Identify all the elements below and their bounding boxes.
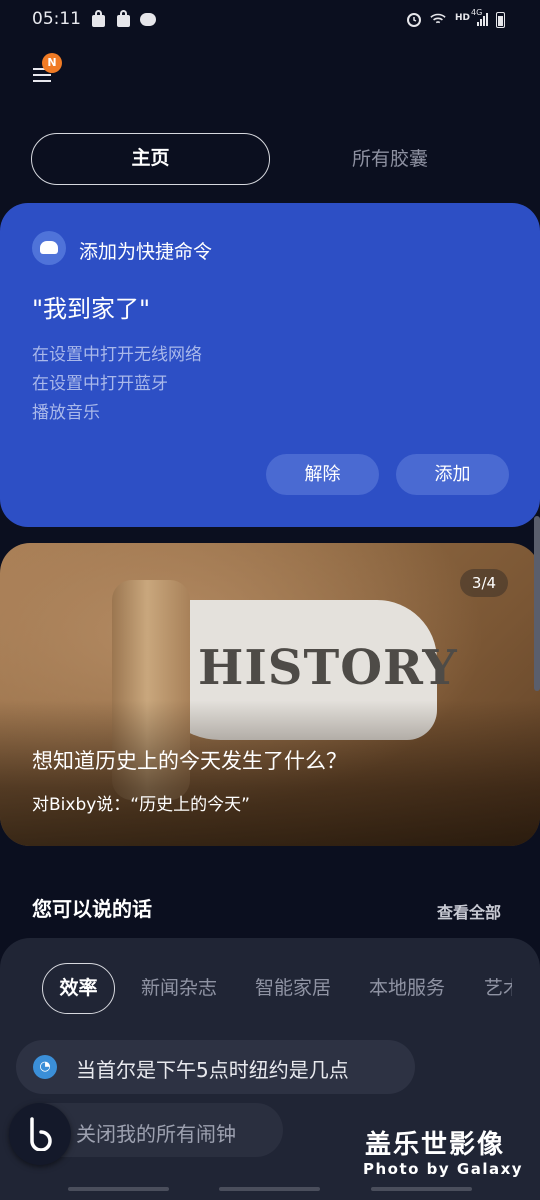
watermark-title: 盖乐世影像: [365, 1130, 506, 1160]
category-smart-home[interactable]: 智能家居: [255, 963, 331, 1014]
notification-badge: N: [42, 53, 62, 73]
tab-home[interactable]: 主页: [31, 133, 270, 185]
category-art[interactable]: 艺术: [484, 963, 512, 1014]
clock-app-icon: ◔: [33, 1055, 57, 1079]
battery-icon: [496, 12, 505, 28]
nav-indicator: [219, 1187, 320, 1191]
card-question: 想知道历史上的今天发生了什么？: [32, 749, 347, 773]
add-button[interactable]: 添加: [396, 454, 509, 495]
history-image-text: HISTORY: [198, 640, 458, 696]
command-step: 播放音乐: [32, 403, 100, 423]
tab-all-capsules[interactable]: 所有胶囊: [300, 133, 480, 185]
wechat-icon: [140, 11, 156, 27]
section-title: 您可以说的话: [32, 897, 152, 921]
nav-indicator: [371, 1187, 472, 1191]
page-indicator: 3/4: [460, 569, 508, 597]
view-all-link[interactable]: 查看全部: [437, 899, 501, 923]
command-step: 在设置中打开蓝牙: [32, 374, 168, 394]
suggestion-text: 当首尔是下午5点时纽约是几点: [76, 1058, 349, 1082]
suggestion-text: 关闭我的所有闹钟: [76, 1122, 236, 1146]
dismiss-button[interactable]: 解除: [266, 454, 379, 495]
status-time: 05:11: [32, 9, 81, 29]
card-hint: 对Bixby说：“历史上的今天”: [32, 795, 250, 815]
category-local-services[interactable]: 本地服务: [369, 963, 445, 1014]
command-phrase: "我到家了": [32, 295, 151, 323]
quick-command-icon: [32, 231, 66, 265]
shopping-bag-icon: [90, 10, 106, 27]
signal-icon: [477, 12, 491, 26]
card-header: 添加为快捷命令: [79, 241, 213, 263]
shopping-bag-icon: [115, 10, 131, 27]
scrollbar[interactable]: [534, 516, 540, 691]
nav-indicator: [68, 1187, 169, 1191]
hd-label: HD: [455, 13, 471, 23]
category-news[interactable]: 新闻杂志: [141, 963, 217, 1014]
watermark-subtitle: Photo by Galaxy: [363, 1160, 524, 1178]
bixby-icon: [30, 1117, 52, 1151]
alarm-icon: [406, 11, 422, 27]
category-efficiency[interactable]: 效率: [42, 963, 115, 1014]
wifi-icon: [430, 11, 446, 27]
command-step: 在设置中打开无线网络: [32, 345, 202, 365]
bixby-voice-button[interactable]: [9, 1103, 71, 1165]
